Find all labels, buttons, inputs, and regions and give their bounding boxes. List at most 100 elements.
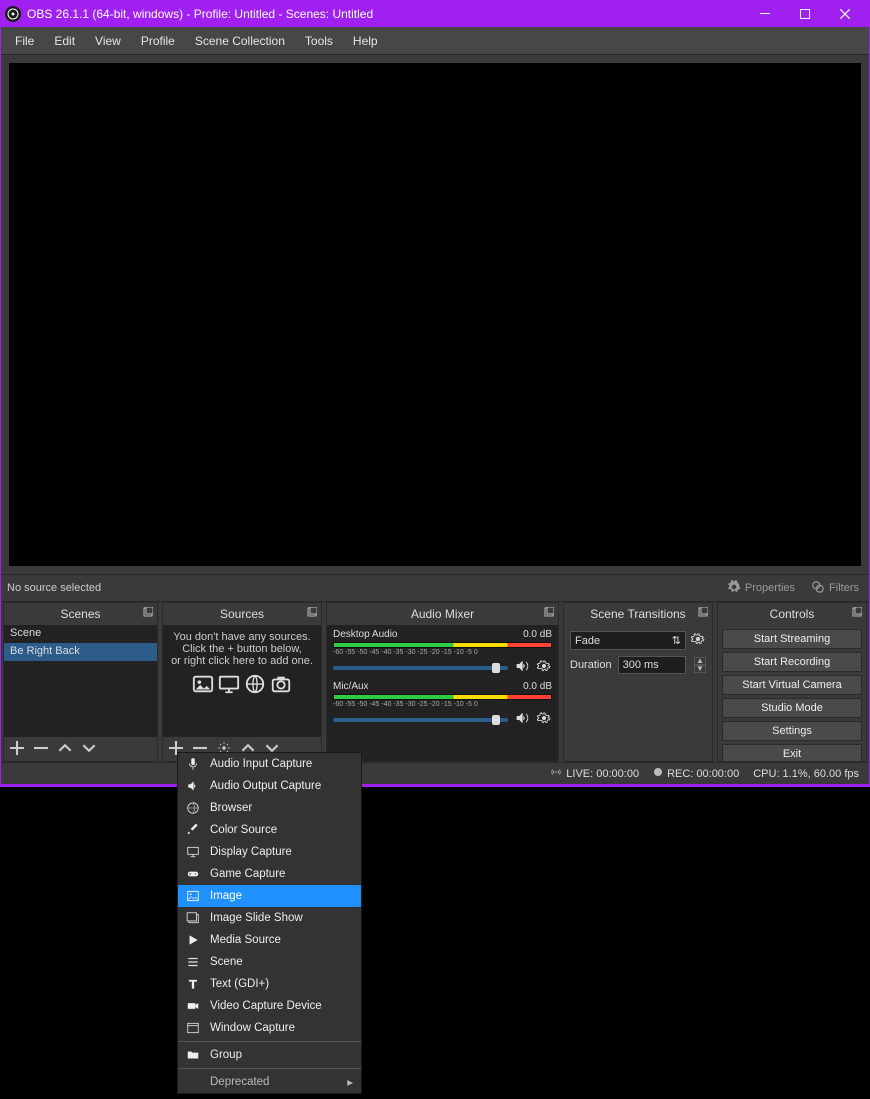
filters-button[interactable]: Filters [807,578,863,599]
track-level: 0.0 dB [523,681,552,692]
scene-up-button[interactable] [58,741,72,758]
scenes-toolbar [4,737,157,761]
track-name: Desktop Audio [333,629,398,640]
menu-video-capture-device[interactable]: Video Capture Device [178,995,361,1017]
menu-file[interactable]: File [7,30,42,52]
menu-color-source[interactable]: Color Source [178,819,361,841]
maximize-button[interactable] [785,1,825,27]
dock-icon[interactable] [544,606,554,620]
sources-panel: Sources You don't have any sources. Clic… [162,602,322,762]
speaker-icon[interactable] [514,658,530,677]
transitions-body: Fade ⇅ Duration 300 ms ▲▼ [564,625,712,761]
remove-scene-button[interactable] [34,741,48,758]
menu-profile[interactable]: Profile [133,30,183,52]
sources-list[interactable]: You don't have any sources. Click the + … [163,625,321,737]
menu-media-source[interactable]: Media Source [178,929,361,951]
preview-canvas[interactable] [9,63,861,566]
cpu-indicator: CPU: 1.1%, 60.00 fps [753,768,859,780]
start-recording-button[interactable]: Start Recording [722,652,862,672]
volume-slider[interactable] [333,718,508,722]
folder-icon [186,1048,200,1062]
properties-button[interactable]: Properties [723,578,799,599]
obs-logo-icon [5,6,21,22]
track-name: Mic/Aux [333,681,369,692]
image-icon [186,889,200,903]
text-icon [186,977,200,991]
sources-header: Sources [163,603,321,625]
scenes-panel: Scenes Scene Be Right Back [3,602,158,762]
camera-icon [270,673,292,698]
filters-icon [811,580,825,597]
close-button[interactable] [825,1,865,27]
audio-meter [333,642,552,648]
gear-icon[interactable] [536,658,552,677]
window-icon [186,1021,200,1035]
menubar: File Edit View Profile Scene Collection … [1,27,869,55]
menu-deprecated[interactable]: Deprecated▸ [178,1071,361,1093]
minimize-button[interactable] [745,1,785,27]
transitions-header: Scene Transitions [564,603,712,625]
volume-slider[interactable] [333,666,508,670]
monitor-icon [186,845,200,859]
chevron-updown-icon: ⇅ [672,634,681,647]
track-level: 0.0 dB [523,629,552,640]
preview-area [1,55,869,574]
dock-icon[interactable] [852,606,862,620]
meter-ticks: -60 -55 -50 -45 -40 -35 -30 -25 -20 -15 … [333,701,552,708]
scene-item-selected[interactable]: Be Right Back [4,643,157,661]
gamepad-icon [186,867,200,881]
settings-button[interactable]: Settings [722,721,862,741]
start-virtual-camera-button[interactable]: Start Virtual Camera [722,675,862,695]
speaker-icon [186,779,200,793]
sources-empty-line: Click the + button below, [182,643,302,655]
menu-audio-input-capture[interactable]: Audio Input Capture [178,753,361,775]
menu-scene-collection[interactable]: Scene Collection [187,30,293,52]
scene-down-button[interactable] [82,741,96,758]
exit-button[interactable]: Exit [722,744,862,761]
start-streaming-button[interactable]: Start Streaming [722,629,862,649]
menu-text-gdi[interactable]: Text (GDI+) [178,973,361,995]
menu-display-capture[interactable]: Display Capture [178,841,361,863]
mixer-header: Audio Mixer [327,603,558,625]
speaker-icon[interactable] [514,710,530,729]
gear-icon[interactable] [690,631,706,650]
add-source-context-menu: Audio Input Capture Audio Output Capture… [177,752,362,1094]
gear-icon[interactable] [536,710,552,729]
rec-indicator: REC: 00:00:00 [653,767,739,780]
menu-browser[interactable]: Browser [178,797,361,819]
statusbar: LIVE: 00:00:00 REC: 00:00:00 CPU: 1.1%, … [1,762,869,784]
controls-panel: Controls Start Streaming Start Recording… [717,602,867,762]
scenes-header: Scenes [4,603,157,625]
mixer-track-desktop: Desktop Audio0.0 dB -60 -55 -50 -45 -40 … [333,629,552,677]
scenes-list[interactable]: Scene Be Right Back [4,625,157,737]
dock-icon[interactable] [143,606,153,620]
chevron-right-icon: ▸ [347,1075,353,1089]
globe-icon [186,801,200,815]
menu-edit[interactable]: Edit [46,30,83,52]
menu-tools[interactable]: Tools [297,30,341,52]
scene-item[interactable]: Scene [4,625,157,643]
menu-audio-output-capture[interactable]: Audio Output Capture [178,775,361,797]
menu-group[interactable]: Group [178,1044,361,1066]
spin-buttons[interactable]: ▲▼ [694,657,706,673]
record-icon [653,767,663,780]
sources-empty-icons [192,673,292,698]
menu-help[interactable]: Help [345,30,386,52]
add-scene-button[interactable] [10,741,24,758]
dock-icon[interactable] [698,606,708,620]
transition-select[interactable]: Fade ⇅ [570,631,686,650]
studio-mode-button[interactable]: Studio Mode [722,698,862,718]
duration-label: Duration [570,659,612,671]
sources-empty-line: You don't have any sources. [173,631,310,643]
menu-game-capture[interactable]: Game Capture [178,863,361,885]
globe-icon [244,673,266,698]
menu-view[interactable]: View [87,30,129,52]
menu-window-capture[interactable]: Window Capture [178,1017,361,1039]
docks: Scenes Scene Be Right Back Sources You d… [1,602,869,762]
menu-image[interactable]: Image [178,885,361,907]
menu-image-slide-show[interactable]: Image Slide Show [178,907,361,929]
dock-icon[interactable] [307,606,317,620]
duration-input[interactable]: 300 ms [618,656,686,674]
live-indicator: LIVE: 00:00:00 [550,766,639,781]
menu-scene[interactable]: Scene [178,951,361,973]
